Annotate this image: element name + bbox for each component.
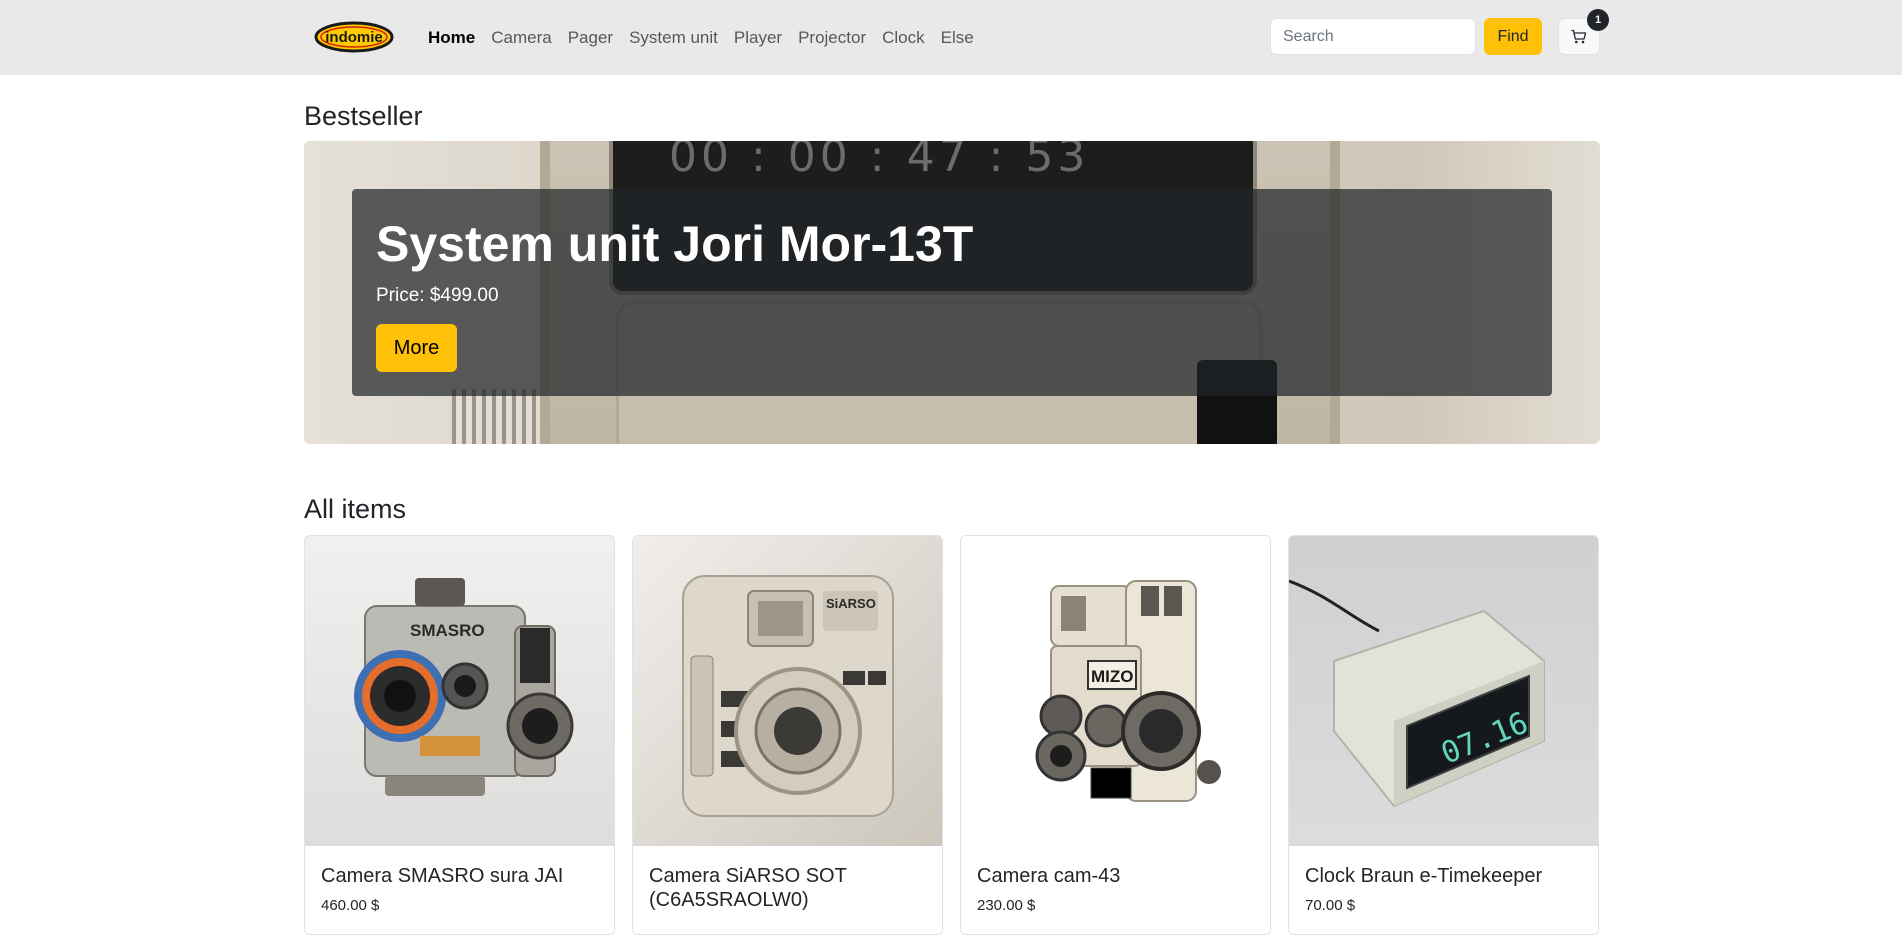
svg-text:SMASRO: SMASRO — [410, 621, 485, 640]
svg-text:MIZO: MIZO — [1091, 667, 1134, 686]
nav-link-projector[interactable]: Projector — [798, 28, 866, 48]
main-nav: Home Camera Pager System unit Player Pro… — [428, 0, 990, 75]
bestseller-carousel[interactable]: 00 : 00 : 47 : 53 System unit Jori Mor-1… — [304, 141, 1600, 444]
nav-link-pager[interactable]: Pager — [568, 28, 613, 48]
price-label: Price: — [376, 285, 425, 306]
product-price: 460.00 $ — [321, 897, 380, 914]
product-card[interactable]: 07.16 Clock Braun e-Timekeeper 70.00 $ — [1288, 535, 1599, 935]
svg-text:SiARSO: SiARSO — [826, 596, 876, 611]
product-price: 70.00 $ — [1305, 897, 1356, 914]
cart-count-badge: 1 — [1587, 9, 1609, 31]
product-image-camera-smasro: SMASRO — [305, 536, 614, 846]
product-image-camera-siarso: SiARSO — [633, 536, 942, 846]
nav-link-player[interactable]: Player — [734, 28, 782, 48]
bestseller-heading: Bestseller — [304, 101, 423, 131]
nav-link-camera[interactable]: Camera — [491, 28, 551, 48]
product-price: 230.00 $ — [977, 897, 1036, 914]
cart-icon — [1571, 29, 1587, 43]
search-input[interactable] — [1270, 18, 1476, 55]
find-button[interactable]: Find — [1484, 18, 1542, 55]
product-name[interactable]: Camera SiARSO SOT (C6A5SRAOLW0) — [649, 864, 929, 912]
bestseller-title: System unit Jori Mor-13T — [376, 216, 974, 272]
product-image-camera-cam-43: MIZO — [961, 536, 1270, 846]
all-items-heading: All items — [304, 494, 407, 524]
product-name[interactable]: Camera SMASRO sura JAI — [321, 864, 601, 888]
nav-link-else[interactable]: Else — [941, 28, 974, 48]
hero-caption: System unit Jori Mor-13T Price: $499.00 … — [352, 189, 1552, 396]
nav-link-system-unit[interactable]: System unit — [629, 28, 718, 48]
more-button[interactable]: More — [376, 324, 457, 372]
price-value: $499.00 — [429, 285, 499, 306]
navbar: indomie Home Camera Pager System unit Pl… — [0, 0, 1902, 75]
product-name[interactable]: Camera cam-43 — [977, 864, 1257, 888]
product-card[interactable]: MIZO Camera cam-43 230.00 $ — [960, 535, 1271, 935]
bestseller-price: Price: $499.00 — [376, 285, 499, 307]
product-card[interactable]: SMASRO Camera SMASRO sura JAI 460.00 $ — [304, 535, 615, 935]
brand-logo[interactable]: indomie — [313, 20, 395, 54]
product-card[interactable]: SiARSO Camera SiARSO SOT (C6A5SRAOLW0) — [632, 535, 943, 935]
nav-link-clock[interactable]: Clock — [882, 28, 925, 48]
product-image-clock-braun: 07.16 — [1289, 536, 1598, 846]
product-name[interactable]: Clock Braun e-Timekeeper — [1305, 864, 1585, 888]
nav-link-home[interactable]: Home — [428, 28, 475, 48]
svg-text:indomie: indomie — [325, 29, 383, 46]
hero-image-vents — [452, 389, 542, 444]
hero-image-clock: 00 : 00 : 47 : 53 — [669, 141, 1090, 182]
